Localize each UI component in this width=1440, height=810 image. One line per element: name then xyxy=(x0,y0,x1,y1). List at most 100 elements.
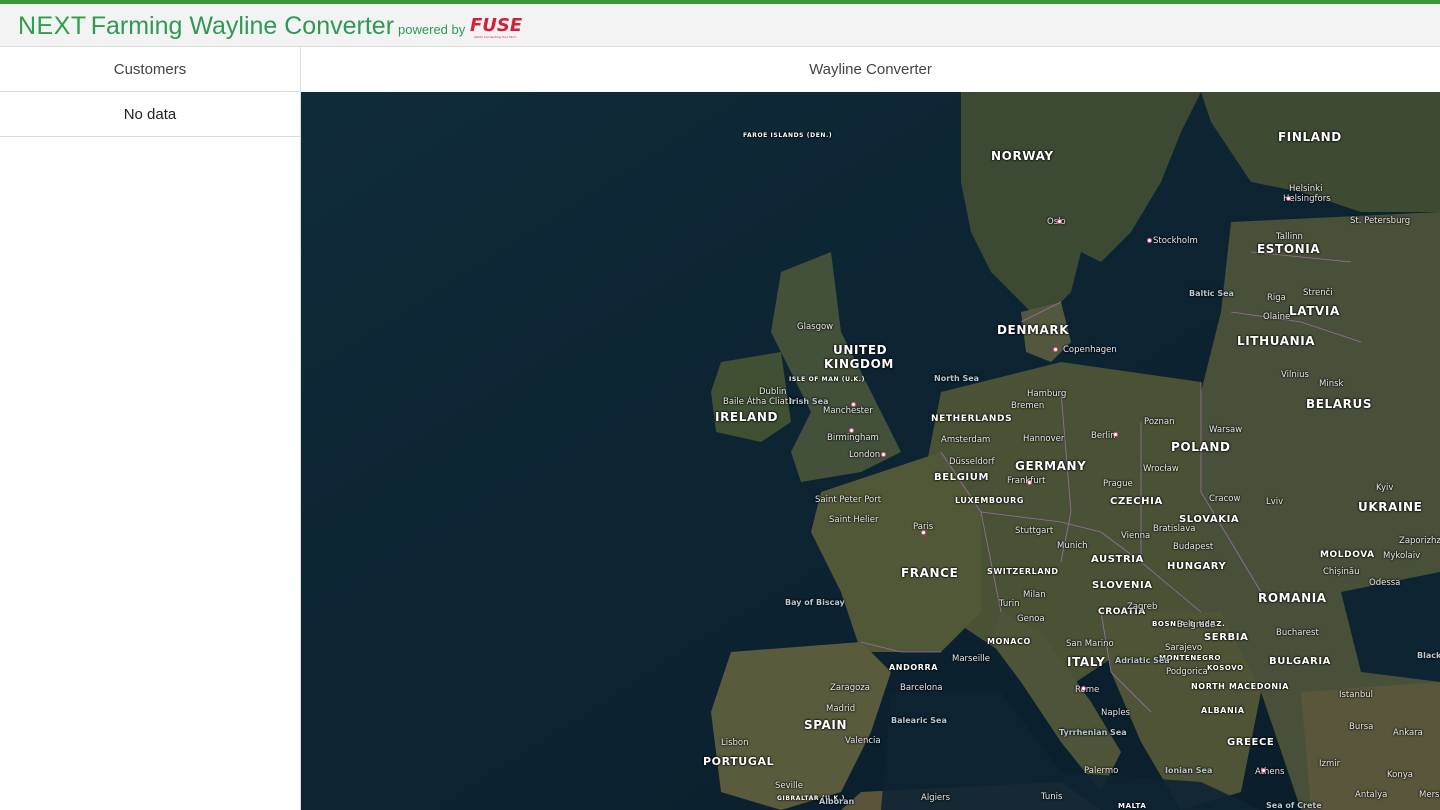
map-label-country: UNITED xyxy=(833,343,888,357)
map-label-city: Budapest xyxy=(1173,542,1214,552)
map-label-city: Milan xyxy=(1023,590,1046,600)
map-label-city: Stuttgart xyxy=(1015,526,1054,536)
fuse-logo-icon: FUSE AGCO Connecting Your Farm xyxy=(470,15,523,39)
map-label-sea: Irish Sea xyxy=(789,397,829,406)
map-label-city: Mykolaiv xyxy=(1383,551,1421,561)
map-label-city: Dublin xyxy=(759,387,787,397)
map-label-city: Munich xyxy=(1057,541,1088,551)
fuse-logo-text: FUSE xyxy=(470,15,523,36)
map-label-city: Valencia xyxy=(845,736,881,746)
map-label-city: Bucharest xyxy=(1276,628,1319,638)
map-label-country: KOSOVO xyxy=(1207,664,1244,672)
map-label-city: Stockholm xyxy=(1153,236,1198,246)
map-label-country: ESTONIA xyxy=(1257,242,1321,256)
map-label-city: Chișinău xyxy=(1323,567,1360,577)
map-label-sea: Baltic Sea xyxy=(1189,289,1234,298)
map-label-city: Baile Átha Cliath xyxy=(723,397,794,407)
map-label-city: Hannover xyxy=(1023,434,1065,444)
map-label-country: BELARUS xyxy=(1306,397,1373,411)
map-label-city: Wrocław xyxy=(1143,464,1179,474)
map-label-sea: Black xyxy=(1417,651,1440,660)
map-label-city: Vilnius xyxy=(1281,370,1309,380)
map-city-marker xyxy=(851,402,856,407)
map-label-sea: Balearic Sea xyxy=(891,716,947,725)
map-label-sea: Adriatic Sea xyxy=(1115,656,1170,665)
map-label-city: London xyxy=(849,450,881,460)
map-city-marker xyxy=(1053,347,1058,352)
map-label-city: Ankara xyxy=(1393,728,1423,738)
map-label-country: ROMANIA xyxy=(1258,591,1327,605)
map-label-city: Odessa xyxy=(1369,578,1401,588)
map-label-country: SWITZERLAND xyxy=(987,567,1059,576)
map-label-country: MALTA xyxy=(1118,802,1147,810)
map-label-country: FRANCE xyxy=(901,566,959,580)
map-label-country: AUSTRIA xyxy=(1091,554,1144,565)
map-label-country: CZECHIA xyxy=(1110,496,1163,507)
map-city-marker xyxy=(921,530,926,535)
brand-next-logo: NEXT xyxy=(18,12,87,40)
map-label-country: MONACO xyxy=(987,637,1031,646)
map-city-marker xyxy=(1261,768,1266,773)
wayline-converter-panel: Wayline Converter FINLAND NORWAY ESTONIA… xyxy=(301,47,1440,810)
map-label-city: Turin xyxy=(999,599,1020,609)
map-label-country: SLOVENIA xyxy=(1092,580,1153,591)
map-label-city: Podgorica xyxy=(1166,667,1208,677)
map-label-city: Kyiv xyxy=(1376,483,1394,493)
map-label-country: POLAND xyxy=(1171,440,1231,454)
map-label-country: LUXEMBOURG xyxy=(955,496,1025,505)
brand: NEXT Farming Wayline Converter powered b… xyxy=(18,12,465,41)
map-label-city: Bremen xyxy=(1011,401,1045,411)
map-label-country: ANDORRA xyxy=(889,663,939,672)
map-city-marker xyxy=(1057,219,1062,224)
map-label-city: Warsaw xyxy=(1209,425,1243,435)
map-label-city: Birmingham xyxy=(827,433,879,443)
map-label-country: FINLAND xyxy=(1278,130,1342,144)
map-label-city: Amsterdam xyxy=(941,435,991,445)
map-label-city: Palermo xyxy=(1084,766,1119,776)
map-label-country: MOLDOVA xyxy=(1320,550,1375,560)
map-label-city: Barcelona xyxy=(900,683,943,693)
map-label-city: Manchester xyxy=(823,406,873,416)
map-label-city: Antalya xyxy=(1355,790,1388,800)
map-label-city: Bursa xyxy=(1349,722,1374,732)
map-label-city: Bratislava xyxy=(1153,524,1196,534)
map-label-city: San Marino xyxy=(1066,639,1114,649)
map-label-city: Prague xyxy=(1103,479,1133,489)
map-label-city: Istanbul xyxy=(1339,690,1374,700)
map-label-city: Vienna xyxy=(1121,531,1151,541)
map-label-country: FAROE ISLANDS (DEN.) xyxy=(743,132,833,139)
map-label-city: Zaragoza xyxy=(830,683,871,693)
wayline-converter-title: Wayline Converter xyxy=(301,47,1440,92)
map-label-country: GERMANY xyxy=(1015,459,1087,473)
map-label-country: SERBIA xyxy=(1204,632,1249,643)
map-city-marker xyxy=(849,428,854,433)
map-label-city: Zaporizhz xyxy=(1399,536,1440,546)
map-label-country: KINGDOM xyxy=(824,357,894,371)
map-label-sea: Alboran xyxy=(819,797,855,806)
map-label-country: HUNGARY xyxy=(1167,561,1227,572)
map-city-marker xyxy=(1113,432,1118,437)
map-label-city: Athens xyxy=(1255,767,1285,777)
map-label-city: Hamburg xyxy=(1027,389,1067,399)
map-label-city: Sarajevo xyxy=(1165,643,1203,653)
map-label-city: Belgrade xyxy=(1177,620,1216,630)
satellite-map[interactable]: FINLAND NORWAY ESTONIA LATVIA DENMARK LI… xyxy=(301,92,1440,810)
map-label-city: Cracow xyxy=(1209,494,1241,504)
customers-title: Customers xyxy=(0,47,300,92)
map-label-city: Rome xyxy=(1075,685,1100,695)
map-label-city: Lviv xyxy=(1266,497,1284,507)
map-label-city: Poznan xyxy=(1144,417,1175,427)
map-label-country: ALBANIA xyxy=(1201,706,1245,715)
map-label-city: Madrid xyxy=(826,704,856,714)
map-label-city: Riga xyxy=(1267,293,1286,303)
map-label-sea: Tyrrhenian Sea xyxy=(1059,728,1127,737)
map-label-city: Glasgow xyxy=(797,322,834,332)
map-label-city: Konya xyxy=(1387,770,1413,780)
map-label-country: ITALY xyxy=(1067,655,1106,669)
map-city-marker xyxy=(1147,238,1152,243)
map-city-marker xyxy=(881,452,886,457)
map-label-sea: Ionian Sea xyxy=(1165,766,1213,775)
map-city-marker xyxy=(1027,480,1032,485)
map-label-city: Lisbon xyxy=(721,738,749,748)
map-label-city: Seville xyxy=(775,781,803,791)
